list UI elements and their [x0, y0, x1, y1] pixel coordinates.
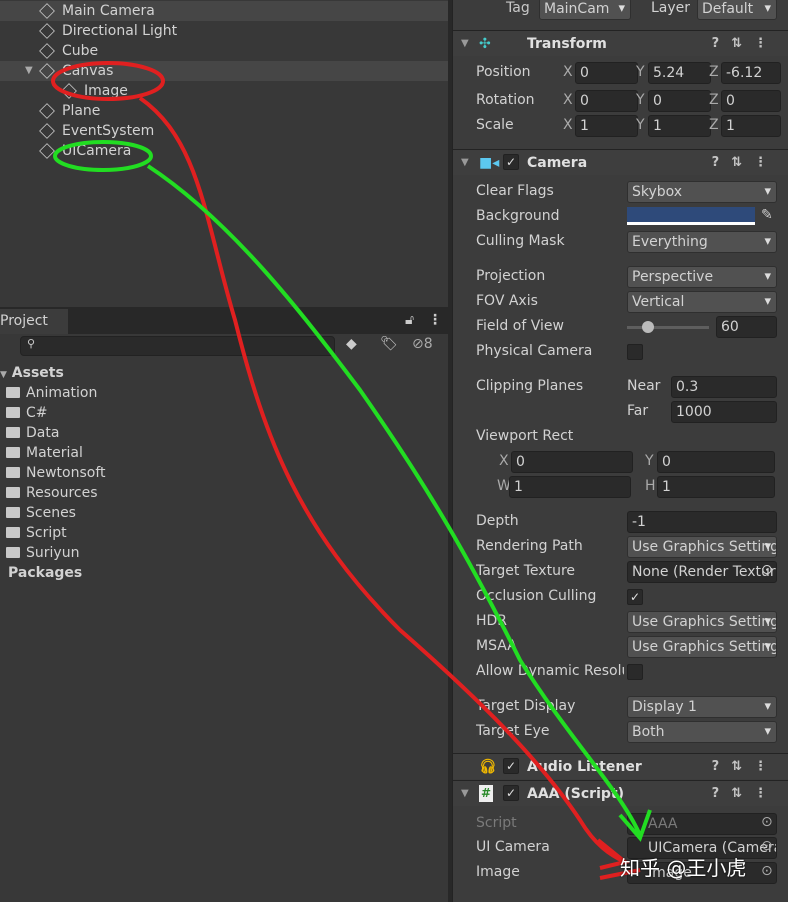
annotation-overlay — [51, 61, 652, 880]
green-circle-annotation — [53, 140, 153, 172]
red-arrow-annotation — [138, 96, 641, 880]
red-circle-annotation — [51, 61, 165, 101]
green-arrow-annotation — [146, 164, 652, 842]
watermark: 知乎 @王小虎 — [620, 856, 747, 880]
